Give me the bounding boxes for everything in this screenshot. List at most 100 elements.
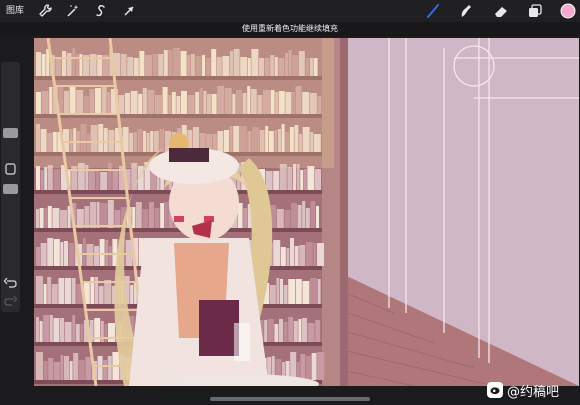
book — [315, 320, 321, 342]
book — [40, 170, 44, 190]
eraser-icon[interactable] — [493, 3, 509, 19]
book — [154, 208, 160, 228]
book — [104, 280, 112, 304]
book — [295, 279, 302, 304]
selection-s-icon[interactable] — [93, 3, 109, 19]
book — [132, 207, 136, 228]
book — [130, 285, 134, 304]
redo-icon[interactable] — [3, 292, 18, 306]
book — [53, 318, 60, 342]
book — [107, 356, 112, 380]
book — [317, 243, 324, 266]
book — [36, 317, 39, 342]
book — [294, 246, 299, 266]
book — [60, 242, 64, 266]
book — [302, 281, 310, 304]
book — [68, 243, 75, 266]
book — [290, 352, 297, 380]
layers-icon[interactable] — [527, 3, 543, 19]
book — [300, 354, 306, 380]
book — [51, 284, 58, 304]
book — [273, 240, 281, 266]
modify-button[interactable] — [3, 160, 18, 175]
book — [306, 356, 311, 380]
book — [280, 247, 286, 266]
book — [135, 202, 142, 228]
book — [284, 210, 291, 228]
book — [43, 284, 47, 304]
book — [299, 245, 306, 266]
book — [280, 279, 283, 304]
book — [264, 320, 268, 342]
brush-icon[interactable] — [425, 3, 441, 19]
book — [84, 206, 90, 228]
book — [305, 242, 313, 266]
eye-left — [174, 216, 184, 222]
gallery-button[interactable]: 图库 — [6, 4, 24, 18]
color-swatch[interactable] — [560, 3, 576, 19]
status-message: 使用重新着色功能继续填充 — [242, 24, 338, 33]
book — [273, 171, 280, 190]
book — [98, 286, 104, 304]
book — [64, 356, 69, 380]
weibo-logo-icon — [487, 382, 503, 398]
book — [317, 279, 321, 304]
book — [276, 278, 280, 304]
vest — [199, 300, 239, 356]
book — [288, 279, 296, 304]
book — [300, 170, 304, 190]
book — [65, 278, 71, 304]
book — [305, 208, 310, 228]
book — [311, 353, 317, 380]
book — [283, 285, 288, 304]
book — [97, 356, 103, 380]
hat-band — [169, 148, 209, 162]
book — [64, 241, 68, 266]
book — [36, 352, 43, 380]
brush-size-slider[interactable] — [3, 128, 18, 138]
book — [58, 278, 65, 304]
book — [103, 360, 108, 380]
book — [80, 324, 84, 342]
book — [95, 169, 100, 190]
book — [293, 321, 298, 342]
smudge-icon[interactable] — [457, 3, 473, 19]
book — [164, 202, 168, 228]
book — [267, 319, 274, 342]
book — [307, 166, 315, 190]
book — [99, 239, 105, 266]
glass — [234, 323, 250, 361]
book — [48, 358, 54, 380]
book — [302, 201, 306, 228]
book — [49, 315, 53, 342]
book — [85, 165, 89, 190]
book — [112, 170, 119, 190]
opacity-slider[interactable] — [3, 184, 18, 194]
book — [297, 205, 302, 228]
status-bar: 使用重新着色功能继续填充 — [0, 22, 580, 36]
drawing-canvas[interactable] — [34, 38, 579, 386]
transform-arrow-icon[interactable] — [121, 3, 137, 19]
book — [288, 317, 294, 342]
book — [71, 278, 76, 304]
book — [85, 357, 92, 380]
book — [291, 203, 297, 228]
undo-icon[interactable] — [3, 274, 18, 288]
magic-wand-icon[interactable] — [65, 3, 81, 19]
book — [36, 276, 43, 304]
wrench-icon[interactable] — [37, 3, 53, 19]
book — [315, 169, 321, 190]
book — [39, 208, 44, 228]
book — [107, 200, 114, 228]
book — [108, 323, 115, 342]
artwork — [34, 38, 579, 386]
book — [149, 202, 154, 228]
left-sidebar — [1, 62, 20, 312]
book — [75, 324, 80, 342]
book — [53, 362, 60, 380]
book — [100, 203, 108, 228]
book — [47, 165, 53, 190]
home-indicator — [210, 397, 370, 401]
book — [52, 208, 60, 228]
book — [269, 285, 276, 304]
